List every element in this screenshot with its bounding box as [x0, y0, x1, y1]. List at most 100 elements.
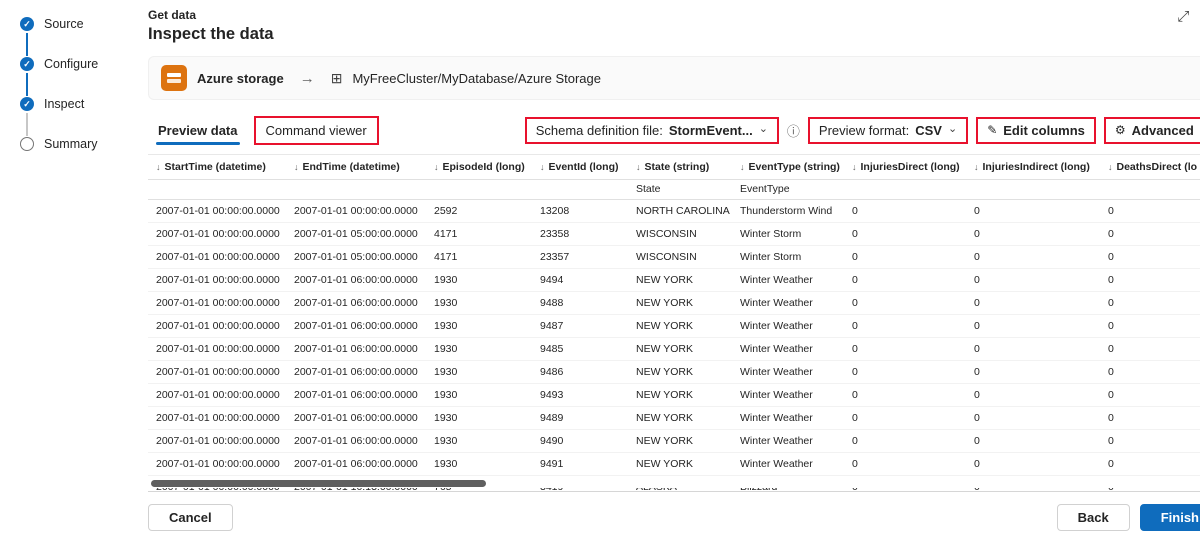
column-header[interactable]: ↓EventType (string): [732, 155, 844, 179]
back-button[interactable]: Back: [1057, 504, 1130, 531]
table-cell: 2007-01-01 05:00:00.0000: [286, 222, 426, 245]
wizard-stepper: ✓ Source ✓ Configure ✓ Inspect Summary: [0, 0, 130, 551]
mapping-cell: [426, 179, 532, 199]
table-cell: 2007-01-01 00:00:00.0000: [148, 291, 286, 314]
mapping-cell: [1100, 179, 1200, 199]
advanced-label: Advanced: [1132, 123, 1194, 138]
mapping-cell: State: [628, 179, 732, 199]
table-cell: 0: [1100, 314, 1200, 337]
mapping-cell: [286, 179, 426, 199]
step-label: Configure: [44, 57, 98, 71]
table-cell: 0: [844, 452, 966, 475]
table-cell: 0: [966, 429, 1100, 452]
schema-definition-label: Schema definition file:: [536, 123, 663, 138]
finish-button[interactable]: Finish: [1140, 504, 1200, 531]
table-cell: WISCONSIN: [628, 245, 732, 268]
column-header[interactable]: ↓StartTime (datetime): [148, 155, 286, 179]
table-cell: 0: [966, 337, 1100, 360]
step-label: Summary: [44, 137, 97, 151]
horizontal-scrollbar[interactable]: [151, 480, 486, 487]
table-cell: NEW YORK: [628, 314, 732, 337]
expand-icon[interactable]: ⤢: [1177, 8, 1189, 26]
table-cell: 9486: [532, 360, 628, 383]
column-header[interactable]: ↓EventId (long): [532, 155, 628, 179]
table-cell: 0: [844, 360, 966, 383]
info-icon[interactable]: ⓘ: [787, 121, 800, 140]
table-row: 2007-01-01 00:00:00.00002007-01-01 06:00…: [148, 429, 1200, 452]
edit-columns-label: Edit columns: [1003, 123, 1085, 138]
preview-format-dropdown[interactable]: Preview format: CSV ⌄: [808, 117, 968, 144]
table-cell: 2007-01-01 00:00:00.0000: [148, 429, 286, 452]
column-label: StartTime (datetime): [165, 161, 266, 173]
table-cell: 9494: [532, 268, 628, 291]
table-cell: 0: [1100, 222, 1200, 245]
table-row: 2007-01-01 00:00:00.00002007-01-01 06:00…: [148, 360, 1200, 383]
cancel-button[interactable]: Cancel: [148, 504, 233, 531]
table-cell: 0: [1100, 429, 1200, 452]
table-cell: Winter Weather: [732, 360, 844, 383]
advanced-dropdown[interactable]: ⚙ Advanced ⌄: [1104, 117, 1200, 144]
column-header[interactable]: ↓EndTime (datetime): [286, 155, 426, 179]
footer: Cancel Back Finish: [148, 504, 1200, 531]
table-cell: 0: [966, 406, 1100, 429]
table-cell: 9491: [532, 452, 628, 475]
mapping-row: StateEventType: [148, 179, 1200, 199]
step-summary[interactable]: Summary: [20, 136, 130, 176]
chevron-down-icon: ⌄: [948, 122, 957, 135]
arrow-down-icon: ↓: [636, 162, 641, 172]
table-cell: 0: [1100, 337, 1200, 360]
table-cell: 0: [1100, 452, 1200, 475]
table-cell: 2007-01-01 00:00:00.0000: [148, 245, 286, 268]
table-cell: 0: [966, 222, 1100, 245]
main-content: Get data Inspect the data ⤢ ✕ Azure stor…: [130, 0, 1200, 551]
mapping-cell: [532, 179, 628, 199]
table-cell: 9493: [532, 383, 628, 406]
table-cell: NEW YORK: [628, 383, 732, 406]
table-cell: NEW YORK: [628, 429, 732, 452]
column-header[interactable]: ↓DeathsDirect (lo: [1100, 155, 1200, 179]
column-label: State (string): [645, 161, 710, 173]
arrow-down-icon: ↓: [294, 162, 299, 172]
column-header[interactable]: ↓InjuriesDirect (long): [844, 155, 966, 179]
step-configure[interactable]: ✓ Configure: [20, 56, 130, 96]
table-cell: 0: [966, 199, 1100, 222]
gear-icon: ⚙: [1115, 123, 1126, 137]
table-cell: 0: [844, 291, 966, 314]
table-cell: Winter Storm: [732, 245, 844, 268]
table-cell: 9487: [532, 314, 628, 337]
table-cell: 1930: [426, 291, 532, 314]
table-cell: 0: [966, 383, 1100, 406]
tab-command-viewer[interactable]: Command viewer: [254, 116, 379, 145]
step-source[interactable]: ✓ Source: [20, 16, 130, 56]
table-cell: 1930: [426, 360, 532, 383]
table-cell: Winter Weather: [732, 406, 844, 429]
preview-format-label: Preview format:: [819, 123, 909, 138]
table-cell: 2007-01-01 06:00:00.0000: [286, 360, 426, 383]
column-header[interactable]: ↓EpisodeId (long): [426, 155, 532, 179]
step-inspect[interactable]: ✓ Inspect: [20, 96, 130, 136]
table-cell: 0: [844, 406, 966, 429]
edit-columns-button[interactable]: ✎ Edit columns: [976, 117, 1096, 144]
table-cell: 23358: [532, 222, 628, 245]
table-cell: 2007-01-01 06:00:00.0000: [286, 406, 426, 429]
mapping-cell: [966, 179, 1100, 199]
table-cell: 2007-01-01 00:00:00.0000: [148, 199, 286, 222]
table-cell: 0: [1100, 360, 1200, 383]
schema-definition-dropdown[interactable]: Schema definition file: StormEvent... ⌄: [525, 117, 779, 144]
arrow-down-icon: ↓: [852, 162, 857, 172]
column-label: EventId (long): [549, 161, 619, 173]
column-header[interactable]: ↓InjuriesIndirect (long): [966, 155, 1100, 179]
table-cell: 0: [844, 245, 966, 268]
column-header[interactable]: ↓ State (string): [628, 155, 732, 179]
table-cell: NEW YORK: [628, 452, 732, 475]
table-row: 2007-01-01 00:00:00.00002007-01-01 06:00…: [148, 291, 1200, 314]
table-cell: 2007-01-01 06:00:00.0000: [286, 268, 426, 291]
table-cell: 0: [1100, 245, 1200, 268]
table-cell: 9485: [532, 337, 628, 360]
pencil-icon: ✎: [987, 123, 997, 137]
table-cell: 2592: [426, 199, 532, 222]
table-header-row: ↓StartTime (datetime)↓EndTime (datetime)…: [148, 155, 1200, 179]
tab-preview-data[interactable]: Preview data: [148, 118, 248, 143]
step-pending-icon: [20, 137, 34, 151]
table-cell: 2007-01-01 06:00:00.0000: [286, 291, 426, 314]
